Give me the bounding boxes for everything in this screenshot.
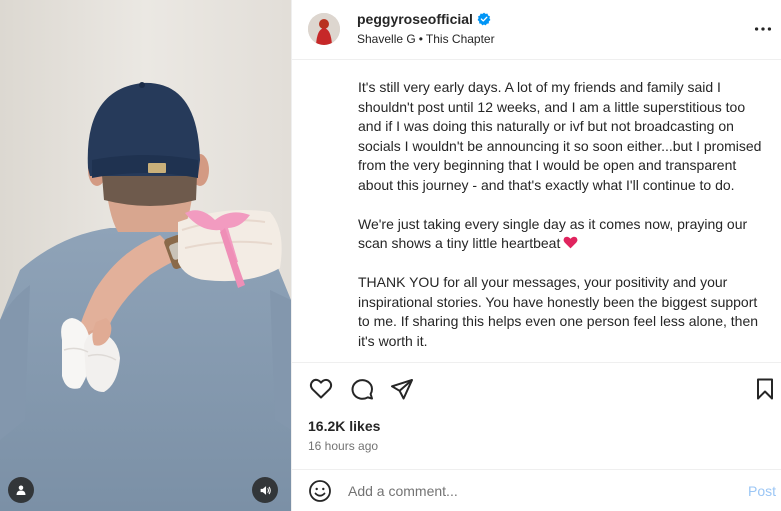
audio-track: This Chapter [425,32,495,46]
avatar-image [308,13,340,45]
save-button[interactable] [752,376,778,402]
caption-paragraph: It's still very early days. A lot of my … [358,79,762,193]
verified-badge-icon [477,12,491,26]
caption-text: We're just taking every single day as it… [358,215,748,252]
username-row: peggyroseofficial [357,11,491,27]
bookmark-icon [757,378,773,400]
paper-plane-icon [391,379,413,400]
audio-toggle-button[interactable] [252,477,278,503]
audio-artist: Shavelle G [357,32,416,46]
post-photo [0,0,291,511]
post-actions-section: 16.2K likes 16 hours ago Post [292,362,781,511]
separator: • [418,32,423,46]
comment-form: Post [292,469,781,511]
more-options-icon [754,27,772,31]
share-button[interactable] [389,376,415,402]
caption-paragraph: THANK YOU for all your messages, your po… [358,274,759,349]
comment-input[interactable] [348,478,728,504]
post-timestamp[interactable]: 16 hours ago [308,439,378,453]
tagged-people-button[interactable] [8,477,34,503]
post-header: peggyroseofficial Shavelle G • This Chapte… [292,0,781,60]
post-media[interactable] [0,0,291,511]
smiley-icon [309,480,331,502]
audio-attribution[interactable]: Shavelle G • This Chapter [357,32,495,46]
heart-outline-icon [309,378,333,399]
comment-button[interactable] [349,376,375,402]
post-comment-button[interactable]: Post [748,483,776,499]
like-button[interactable] [308,376,334,402]
username-link[interactable]: peggyroseofficial [357,11,473,27]
caption-paragraph: We're just taking every single day as it… [358,215,764,254]
likes-count[interactable]: 16.2K likes [308,418,380,434]
speaker-icon [260,485,271,495]
post-details-panel: peggyroseofficial Shavelle G • This Chapte… [291,0,781,511]
more-options-button[interactable] [752,18,774,40]
avatar[interactable] [308,13,340,45]
comment-bubble-icon [351,379,373,400]
emoji-picker-button[interactable] [308,479,332,503]
red-heart-emoji-icon [563,236,578,249]
person-icon [16,485,26,495]
post-caption: It's still very early days. A lot of my … [358,78,764,371]
